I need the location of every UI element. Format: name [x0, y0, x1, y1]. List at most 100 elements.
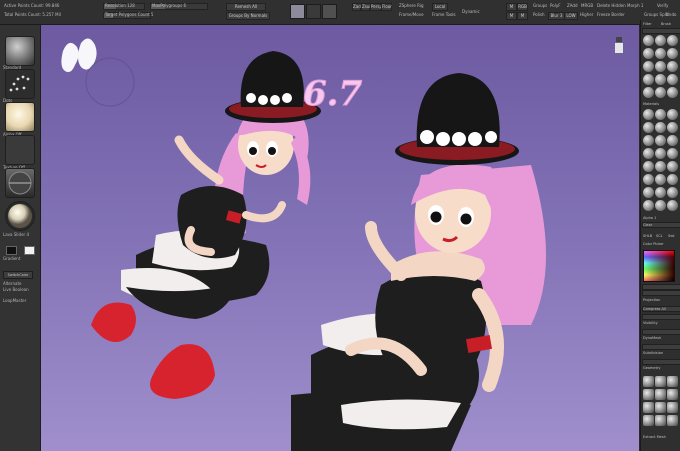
loop-master-label[interactable]: LoopMaster — [3, 298, 26, 303]
brush-3-icon[interactable] — [667, 109, 678, 120]
brush-24-icon[interactable] — [667, 200, 678, 211]
brush-5-icon[interactable] — [655, 122, 666, 133]
materials-section-label[interactable]: Materials — [643, 102, 659, 106]
material-sphere-icon[interactable] — [5, 168, 35, 198]
brush-4-icon[interactable] — [643, 122, 654, 133]
brush-palette-header[interactable] — [642, 28, 680, 34]
tool-thumb-7-icon[interactable] — [643, 402, 654, 413]
matcap-sphere-icon[interactable] — [5, 201, 35, 231]
brush-14-icon[interactable] — [655, 161, 666, 172]
canvas-viewport[interactable]: 6.7 — [41, 25, 639, 451]
local-button[interactable]: Local — [432, 3, 448, 11]
extract-mesh-label[interactable]: Extract Mesh — [643, 435, 666, 439]
material-9-icon[interactable] — [667, 61, 678, 72]
toggle-c-button[interactable]: M — [506, 12, 517, 20]
brush-9-icon[interactable] — [667, 135, 678, 146]
color-bar-2[interactable] — [642, 290, 680, 296]
material-8-icon[interactable] — [655, 61, 666, 72]
switch-color-button[interactable]: SwitchColor — [3, 271, 33, 279]
color-swatch-icon[interactable] — [322, 4, 337, 19]
brush-16-icon[interactable] — [643, 174, 654, 185]
brush-1-icon[interactable] — [643, 109, 654, 120]
compress-all-button[interactable]: Compress All — [643, 307, 666, 311]
tool-thumb-11-icon[interactable] — [655, 415, 666, 426]
material-2-icon[interactable] — [655, 35, 666, 46]
geometry-label[interactable]: Geometry — [643, 366, 660, 370]
brush-13-icon[interactable] — [643, 161, 654, 172]
groups-label: Groups — [533, 3, 548, 8]
brush-11-icon[interactable] — [655, 148, 666, 159]
remesh-all-button[interactable]: Remesh All — [226, 3, 266, 11]
low-res-button[interactable]: LOW — [564, 12, 578, 20]
dynamesh-label[interactable]: DynaMesh — [643, 336, 661, 340]
brush-label[interactable]: Brush — [661, 22, 671, 26]
material-12-icon[interactable] — [667, 74, 678, 85]
tool-thumb-12-icon[interactable] — [667, 415, 678, 426]
material-6-icon[interactable] — [667, 48, 678, 59]
projection-label[interactable]: Projection — [643, 298, 660, 302]
dots-stroke-icon[interactable] — [5, 69, 35, 99]
brush-19-icon[interactable] — [643, 187, 654, 198]
tool-thumb-5-icon[interactable] — [655, 389, 666, 400]
brush-2-icon[interactable] — [655, 109, 666, 120]
tool-thumb-10-icon[interactable] — [643, 415, 654, 426]
material-3-icon[interactable] — [667, 35, 678, 46]
tool-thumb-3-icon[interactable] — [667, 376, 678, 387]
toggle-a-button[interactable]: M — [506, 3, 517, 11]
filter-label[interactable]: Filter — [643, 22, 652, 26]
brush-22-icon[interactable] — [643, 200, 654, 211]
tool-thumb-6-icon[interactable] — [667, 389, 678, 400]
persp-button[interactable]: Persp — [370, 3, 382, 11]
groups-by-normals-button[interactable]: Groups By Normals — [226, 12, 270, 20]
draw-mode-icon[interactable] — [290, 4, 305, 19]
material-15-icon[interactable] — [667, 87, 678, 98]
blur-slider[interactable]: Blur 3 — [548, 12, 565, 20]
brush-21-icon[interactable] — [667, 187, 678, 198]
material-7-icon[interactable] — [643, 61, 654, 72]
brush-6-icon[interactable] — [667, 122, 678, 133]
brush-10-icon[interactable] — [643, 148, 654, 159]
alpha-section-label[interactable]: Alpha 1 — [643, 216, 656, 220]
tool-thumb-9-icon[interactable] — [667, 402, 678, 413]
color-picker-square[interactable] — [643, 250, 675, 282]
brush-15-icon[interactable] — [667, 161, 678, 172]
subdivision-bar[interactable] — [642, 344, 680, 350]
toggle-b-button[interactable]: RGB — [517, 3, 528, 11]
standard-brush-icon[interactable] — [5, 36, 35, 66]
floor-button[interactable]: Floor — [381, 3, 392, 11]
material-14-icon[interactable] — [655, 87, 666, 98]
tool-thumb-1-icon[interactable] — [643, 376, 654, 387]
material-11-icon[interactable] — [655, 74, 666, 85]
material-1-icon[interactable] — [643, 35, 654, 46]
visibility-label[interactable]: Visibility — [643, 321, 658, 325]
zsub-button[interactable]: Zsub — [361, 3, 372, 11]
texture-icon[interactable] — [5, 135, 35, 165]
clear-button[interactable]: Clear — [643, 223, 652, 227]
subdivision-label[interactable]: Subdivision — [643, 351, 663, 355]
geometry-bar[interactable] — [642, 359, 680, 365]
brush-23-icon[interactable] — [655, 200, 666, 211]
main-color-swatch[interactable] — [6, 246, 17, 255]
tool-thumb-2-icon[interactable] — [655, 376, 666, 387]
material-13-icon[interactable] — [643, 87, 654, 98]
brush-20-icon[interactable] — [655, 187, 666, 198]
visibility-bar[interactable] — [642, 314, 680, 320]
material-10-icon[interactable] — [643, 74, 654, 85]
material-5-icon[interactable] — [655, 48, 666, 59]
brush-12-icon[interactable] — [667, 148, 678, 159]
toggle-d-button[interactable]: M — [517, 12, 528, 20]
brush-8-icon[interactable] — [655, 135, 666, 146]
zadd-button[interactable]: Zadd — [352, 3, 363, 11]
brush-17-icon[interactable] — [655, 174, 666, 185]
mrgb-label: MRGB — [581, 3, 594, 8]
live-boolean-label[interactable]: Live Boolean — [3, 287, 29, 292]
tool-thumb-4-icon[interactable] — [643, 389, 654, 400]
secondary-color-swatch[interactable] — [24, 246, 35, 255]
alpha-icon[interactable] — [5, 102, 35, 132]
brush-7-icon[interactable] — [643, 135, 654, 146]
tool-thumb-8-icon[interactable] — [655, 402, 666, 413]
dynamesh-bar[interactable] — [642, 329, 680, 335]
material-4-icon[interactable] — [643, 48, 654, 59]
brush-18-icon[interactable] — [667, 174, 678, 185]
move-mode-icon[interactable] — [306, 4, 321, 19]
